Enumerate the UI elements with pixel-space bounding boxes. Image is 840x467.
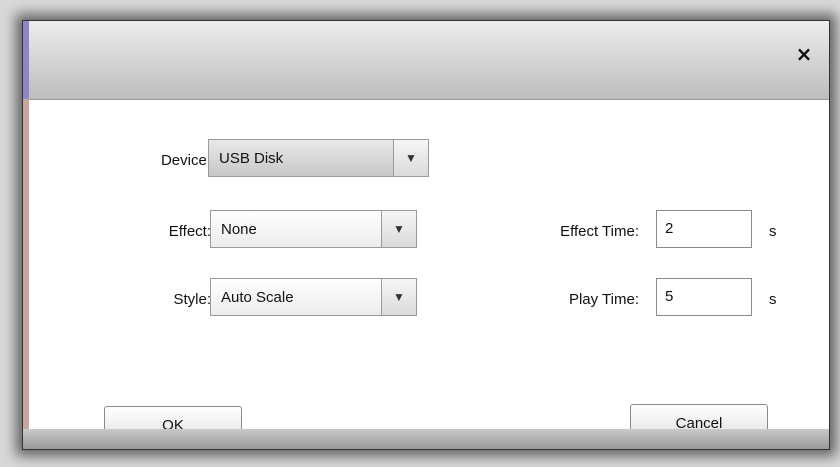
dialog-window: × Device: USB Disk ▼ Effect: None ▼ Styl… bbox=[22, 20, 830, 450]
device-value: USB Disk bbox=[219, 150, 284, 167]
play-time-unit: s bbox=[769, 291, 777, 308]
chevron-down-icon[interactable]: ▼ bbox=[393, 140, 428, 176]
effect-value: None bbox=[221, 221, 257, 238]
dialog-body: Device: USB Disk ▼ Effect: None ▼ Style:… bbox=[29, 100, 829, 446]
style-value: Auto Scale bbox=[221, 289, 294, 306]
style-dropdown[interactable]: Auto Scale ▼ bbox=[210, 278, 417, 316]
effect-time-input[interactable]: 2 bbox=[656, 210, 752, 248]
chevron-down-icon[interactable]: ▼ bbox=[381, 211, 416, 247]
close-icon[interactable]: × bbox=[793, 43, 815, 65]
device-label: Device: bbox=[160, 152, 211, 169]
play-time-input[interactable]: 5 bbox=[656, 278, 752, 316]
effect-dropdown[interactable]: None ▼ bbox=[210, 210, 417, 248]
dialog-bottom-border bbox=[23, 429, 829, 449]
style-label: Style: bbox=[173, 291, 211, 308]
play-time-label: Play Time: bbox=[568, 291, 639, 308]
dialog-titlebar: × bbox=[29, 21, 829, 100]
chevron-down-icon[interactable]: ▼ bbox=[381, 279, 416, 315]
effect-time-label: Effect Time: bbox=[560, 223, 639, 240]
effect-time-unit: s bbox=[769, 223, 777, 240]
device-dropdown[interactable]: USB Disk ▼ bbox=[208, 139, 429, 177]
effect-label: Effect: bbox=[168, 223, 211, 240]
